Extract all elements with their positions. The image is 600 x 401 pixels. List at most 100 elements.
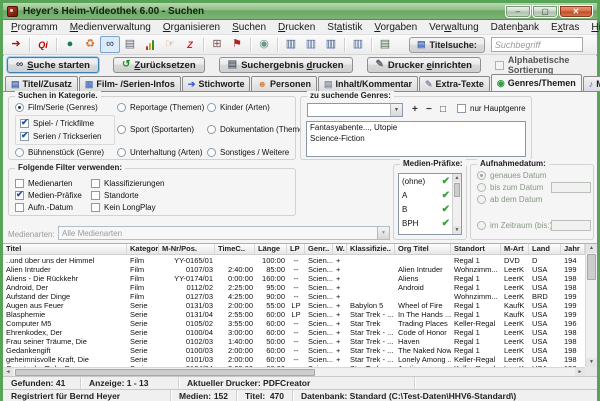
- praefix-item-b[interactable]: B✔: [399, 202, 453, 216]
- scroll-thumb[interactable]: [454, 183, 460, 197]
- column-header-titel[interactable]: Titel: [3, 244, 127, 254]
- genre-list-item[interactable]: Science-Fiction: [307, 133, 525, 144]
- column-header-timec[interactable]: TimeC..: [215, 244, 255, 254]
- edit-z-icon[interactable]: Z: [180, 36, 200, 53]
- column-header-genr[interactable]: Genr..: [305, 244, 333, 254]
- scroll-thumb[interactable]: [15, 369, 315, 376]
- menu-item-datenbank[interactable]: Datenbank: [485, 22, 545, 33]
- menu-item-organisieren[interactable]: Organisieren: [157, 22, 226, 33]
- scroll-down-icon[interactable]: ▼: [453, 226, 461, 234]
- cd-icon[interactable]: ◉: [254, 36, 274, 53]
- scroll-up-icon[interactable]: ▲: [586, 244, 597, 253]
- filter-checkbox-klassifizierungen[interactable]: Klassifizierungen: [91, 177, 164, 189]
- tab-titel-zusatz[interactable]: ▤Titel/Zusatz: [5, 76, 78, 91]
- radio-im-zeitraum[interactable]: im Zeitraum (bis:): [477, 221, 552, 230]
- maximize-button[interactable]: ▢: [532, 5, 558, 18]
- tab-genres-themen[interactable]: ◉Genres/Themen: [491, 74, 582, 91]
- minimize-button[interactable]: –: [505, 5, 531, 18]
- column-header-org-titel[interactable]: Org Titel: [395, 244, 451, 254]
- search-input[interactable]: [491, 37, 583, 52]
- table-row[interactable]: Computer M5Serie0105/023:55:0060:00--Sci…: [3, 319, 585, 328]
- genre-combobox[interactable]: ▼: [307, 103, 403, 117]
- table-row[interactable]: Alien IntruderFilm0107/032:40:0085:00--S…: [3, 265, 585, 274]
- radio-film-serie[interactable]: Film/Serie (Genres): [15, 103, 98, 112]
- column-header-l-nge[interactable]: Länge: [255, 244, 287, 254]
- reset-button[interactable]: ↺Zurücksetzen: [113, 57, 205, 73]
- print-icon[interactable]: ▤: [120, 36, 140, 53]
- checkbox-spielfilme[interactable]: Spiel- / Trickfilme: [20, 119, 94, 128]
- print-results-button[interactable]: ▤Suchergebnis drucken: [219, 57, 353, 73]
- nur-hauptgenre-checkbox[interactable]: nur Hauptgenre: [457, 104, 526, 113]
- genre-list-item[interactable]: Fantasyabente..., Utopie: [307, 122, 525, 133]
- column-header-klassifizie[interactable]: Klassifizie..: [347, 244, 395, 254]
- scroll-up-icon[interactable]: ▲: [453, 174, 461, 182]
- alphabetical-sort-checkbox[interactable]: [495, 61, 504, 70]
- filter-checkbox-kein-longplay[interactable]: Kein LongPlay: [91, 201, 164, 213]
- search-binoculars-icon[interactable]: ∞: [100, 36, 120, 53]
- column-header-kategorie[interactable]: Kategorie: [127, 244, 159, 254]
- table-row[interactable]: Frau seiner Träume, DieSerie0102/031:40:…: [3, 337, 585, 346]
- menu-item-vorgaben[interactable]: Vorgaben: [368, 22, 423, 33]
- column-header-w[interactable]: W.: [333, 244, 347, 254]
- vertical-scrollbar[interactable]: ▲ ▼: [585, 244, 597, 367]
- scroll-left-icon[interactable]: ◄: [3, 368, 13, 376]
- scroll-thumb[interactable]: [587, 254, 596, 280]
- horizontal-scrollbar[interactable]: ◄ ►: [3, 367, 585, 376]
- table-row[interactable]: Ehrenkodex, DerSerie0100/043:00:0060:00-…: [3, 328, 585, 337]
- table-header[interactable]: TitelKategorieM-Nr/Pos.TimeC..LängeLPGen…: [3, 244, 585, 255]
- table-row[interactable]: Augen aus FeuerSerie0131/032:00:0055:00L…: [3, 301, 585, 310]
- menu-item-statistik[interactable]: Statistik: [321, 22, 368, 33]
- praefix-item-bph[interactable]: BPH✔: [399, 216, 453, 230]
- menu-item-medienverwaltung[interactable]: Medienverwaltung: [64, 22, 157, 33]
- tab-extra-texte[interactable]: ✎Extra-Texte: [419, 76, 490, 91]
- selected-genres-listbox[interactable]: Fantasyabente..., UtopieScience-Fiction: [306, 121, 526, 157]
- tab-musik[interactable]: ♪Musik: [583, 76, 600, 91]
- info-icon[interactable]: Qi: [33, 36, 53, 53]
- exit-icon[interactable]: ➔: [6, 36, 26, 53]
- table-row[interactable]: Aliens - Die RückkehrFilmYY-0174/010:00:…: [3, 274, 585, 283]
- statistics-icon[interactable]: [140, 36, 160, 53]
- praefixe-list[interactable]: (ohne)✔A✔B✔BPH✔ ▲ ▼: [398, 173, 462, 235]
- genre-clear-button[interactable]: □: [437, 104, 449, 115]
- table-row[interactable]: BlasphemieSerie0131/042:55:0060:00LPScie…: [3, 310, 585, 319]
- table-row[interactable]: Android, DerFilm0112/022:25:0095:00--Sci…: [3, 283, 585, 292]
- flag-icon[interactable]: ⚑: [227, 36, 247, 53]
- tab-personen[interactable]: ☻Personen: [251, 76, 317, 91]
- praefix-item-a[interactable]: A✔: [399, 188, 453, 202]
- menu-item-extras[interactable]: Extras: [545, 22, 585, 33]
- column-header-standort[interactable]: Standort: [451, 244, 501, 254]
- scroll-down-icon[interactable]: ▼: [586, 358, 597, 367]
- radio-bis-zum-datum[interactable]: bis zum Datum: [477, 183, 543, 192]
- tab-film-serien-infos[interactable]: ▦Film- /Serien-Infos: [79, 76, 181, 91]
- menu-item-suchen[interactable]: Suchen: [226, 22, 272, 33]
- menu-item-drucken[interactable]: Drucken: [272, 22, 321, 33]
- table-row[interactable]: geheimnisvolle Kraft, DieSerie0101/032:0…: [3, 355, 585, 364]
- radio-sonstiges[interactable]: Sonstiges / Weitere: [207, 148, 289, 157]
- export-print-icon[interactable]: ▤: [375, 36, 395, 53]
- zeitraum-field[interactable]: [551, 220, 591, 231]
- radio-film-serie-control[interactable]: [15, 103, 24, 112]
- radio-kinder[interactable]: Kinder (Arten): [207, 103, 270, 112]
- column-header-lp[interactable]: LP: [287, 244, 305, 254]
- close-button[interactable]: ✕: [559, 5, 593, 18]
- filter-checkbox-aufn-datum[interactable]: Aufn.-Datum: [15, 201, 91, 213]
- bis-datum-field[interactable]: [551, 182, 591, 193]
- column-header-land[interactable]: Land: [529, 244, 561, 254]
- table-row[interactable]: Aufstand der DingeFilm0127/034:25:0090:0…: [3, 292, 585, 301]
- radio-unterhaltung[interactable]: Unterhaltung (Arten): [117, 148, 202, 157]
- checkbox-serien[interactable]: Serien / Trickserien: [20, 132, 101, 141]
- titelsuche-button[interactable]: ▤ Titelsuche:: [409, 37, 485, 53]
- radio-genaues-datum[interactable]: genaues Datum: [477, 171, 546, 180]
- web-icon[interactable]: ●: [60, 36, 80, 53]
- column-header-m-art[interactable]: M-Art: [501, 244, 529, 254]
- medienarten-combobox[interactable]: Alle Medienarten ▼: [58, 226, 390, 240]
- filter-checkbox-medien-pr-fixe[interactable]: Medien-Präfixe: [15, 189, 91, 201]
- column-header-jahr[interactable]: Jahr: [561, 244, 585, 254]
- chevron-down-icon[interactable]: ▼: [390, 104, 402, 116]
- printer-setup-button[interactable]: ✎Drucker einrichten: [367, 57, 481, 73]
- menu-item-verwaltung[interactable]: Verwaltung: [423, 22, 485, 33]
- table-row[interactable]: GedankengiftSerie0100/032:00:0060:00--Sc…: [3, 346, 585, 355]
- column-header-m-nr-pos[interactable]: M-Nr/Pos.: [159, 244, 215, 254]
- chevron-down-icon[interactable]: ▼: [377, 227, 389, 239]
- organize-icon[interactable]: ♻: [80, 36, 100, 53]
